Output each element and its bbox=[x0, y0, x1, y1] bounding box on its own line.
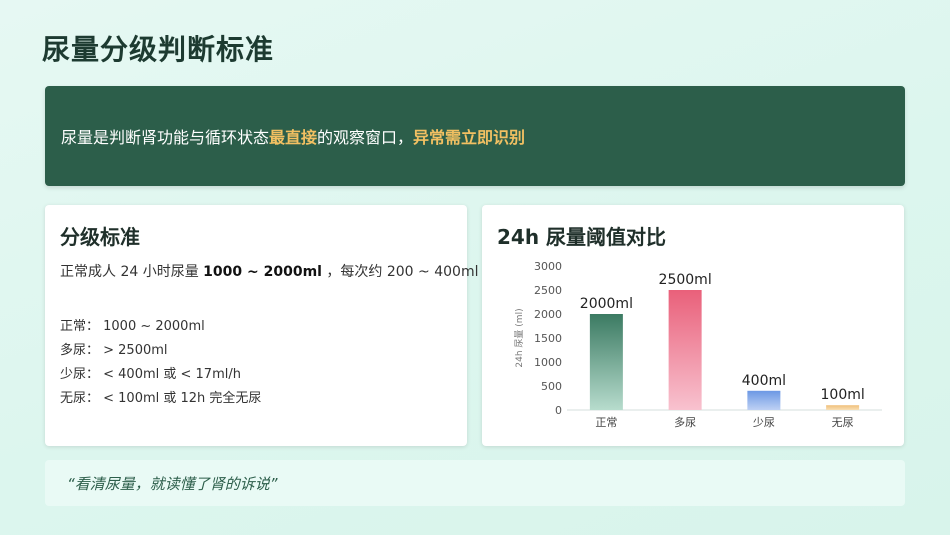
grade-normal: 正常： 1000 ~ 2000ml bbox=[60, 319, 205, 334]
quote-bar: “看清尿量，就读懂了肾的诉说” bbox=[45, 460, 905, 506]
y-tick-label: 2500 bbox=[534, 284, 562, 297]
category-label-2: 少尿 bbox=[753, 416, 775, 429]
threshold-bar-chart: 24h 尿量 (ml) 0 500 1000 1500 2000 2500 3000 2000m… bbox=[514, 260, 882, 429]
data-label-2: 400ml bbox=[742, 373, 786, 389]
y-tick-label: 3000 bbox=[534, 260, 562, 273]
grading-standard-card: 分级标准 正常成人 24 小时尿量 1000 ~ 2000ml ，每次约 200… bbox=[45, 205, 478, 446]
category-label-0: 正常 bbox=[595, 416, 617, 429]
bar-2 bbox=[747, 390, 781, 410]
footer-quote: “看清尿量，就读懂了肾的诉说” bbox=[67, 474, 278, 493]
banner-text-part2: 的观察窗口， bbox=[317, 128, 414, 147]
grading-card-title: 分级标准 bbox=[60, 225, 140, 249]
grade-polyuria: 多尿： > 2500ml bbox=[60, 343, 168, 358]
summary-prefix: 正常成人 24 小时尿量 bbox=[60, 264, 204, 280]
y-tick-label: 1000 bbox=[534, 356, 562, 369]
banner-text: 尿量是判断肾功能与循环状态最直接的观察窗口，异常需立即识别 bbox=[61, 124, 525, 148]
data-label-3: 100ml bbox=[821, 387, 865, 403]
bar-3 bbox=[826, 405, 860, 410]
banner-text-part1: 尿量是判断肾功能与循环状态 bbox=[61, 128, 270, 147]
data-label-0: 2000ml bbox=[580, 296, 633, 312]
banner-highlight-direct: 最直接 bbox=[269, 128, 318, 147]
y-tick-label: 2000 bbox=[534, 308, 562, 321]
normal-volume-summary: 正常成人 24 小时尿量 1000 ~ 2000ml ，每次约 200 ~ 40… bbox=[60, 261, 478, 281]
grade-oliguria: 少尿： < 400ml 或 < 17ml/h bbox=[60, 367, 241, 382]
page-title: 尿量分级判断标准 bbox=[42, 33, 275, 66]
summary-bold-range: 1000 ~ 2000ml bbox=[203, 264, 322, 280]
data-label-1: 2500ml bbox=[659, 272, 712, 288]
y-tick-label: 500 bbox=[541, 380, 562, 393]
y-tick-label: 0 bbox=[555, 404, 562, 417]
bar-1 bbox=[668, 290, 702, 410]
bar-0 bbox=[589, 314, 623, 410]
threshold-chart-card: 24h 尿量阈值对比 24h 尿量 (ml) 0 500 1000 1500 2000 25… bbox=[482, 205, 904, 446]
summary-banner: 尿量是判断肾功能与循环状态最直接的观察窗口，异常需立即识别 bbox=[45, 86, 905, 186]
summary-suffix: ，每次约 200 ~ 400ml bbox=[321, 264, 479, 280]
category-label-1: 多尿 bbox=[674, 415, 696, 429]
banner-highlight-abnormal: 异常需立即识别 bbox=[413, 128, 526, 147]
category-label-3: 无尿 bbox=[832, 416, 854, 429]
grade-anuria: 无尿： < 100ml 或 12h 完全无尿 bbox=[60, 391, 262, 406]
y-axis-label: 24h 尿量 (ml) bbox=[514, 308, 525, 367]
y-tick-label: 1500 bbox=[534, 332, 562, 345]
grade-list: 正常： 1000 ~ 2000ml 多尿： > 2500ml 少尿： < 400… bbox=[60, 315, 261, 411]
